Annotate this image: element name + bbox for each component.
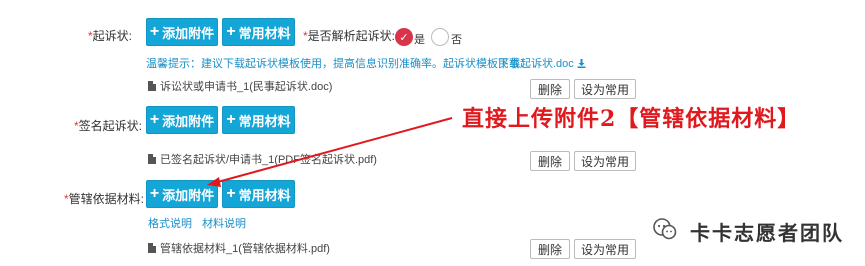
plus-icon: + (149, 23, 160, 40)
plus-icon: + (226, 185, 236, 202)
jurisdiction-add-attachment-button[interactable]: + 添加附件 (146, 180, 218, 208)
jurisdiction-set-common-button[interactable]: 设为常用 (574, 239, 636, 259)
radio-yes[interactable]: ✓ (395, 28, 413, 46)
file-icon (148, 81, 156, 91)
download-icon (577, 59, 586, 68)
parse-complaint-label: *是否解析起诉状: (303, 29, 396, 43)
complaint-file-line: 诉讼状或申请书_1(民事起诉状.doc) (148, 78, 332, 94)
complaint-delete-button[interactable]: 删除 (530, 79, 570, 99)
file-icon (148, 243, 156, 253)
signed-common-materials-button[interactable]: + 常用材料 (222, 106, 295, 134)
signed-set-common-button[interactable]: 设为常用 (574, 151, 636, 171)
plus-icon: + (226, 111, 236, 128)
signed-delete-button[interactable]: 删除 (530, 151, 570, 171)
complaint-set-common-button[interactable]: 设为常用 (574, 79, 636, 99)
annotation-text: 直接上传附件2【管辖依据材料】 (462, 106, 801, 132)
label-signed-complaint: *签名起诉状: (74, 119, 143, 133)
plus-icon: + (149, 111, 160, 128)
radio-no[interactable] (431, 28, 449, 46)
radio-yes-label: 是 (414, 34, 425, 46)
watermark-text: 卡卡志愿者团队 (690, 223, 844, 245)
plus-icon: + (226, 23, 236, 40)
template-hint: 温馨提示：建议下载起诉状模板使用，提高信息识别准确率。起诉状模板下载： (146, 58, 531, 70)
signed-file-line: 已签名起诉状/申请书_1(PDF签名起诉状.pdf) (148, 151, 377, 167)
template-download-link[interactable]: 民事起诉状.doc (498, 55, 586, 71)
radio-no-label: 否 (451, 34, 462, 46)
wechat-icon (653, 218, 677, 240)
label-complaint: *起诉状: (88, 29, 133, 43)
signed-add-attachment-button[interactable]: + 添加附件 (146, 106, 218, 134)
jurisdiction-delete-button[interactable]: 删除 (530, 239, 570, 259)
file-icon (148, 154, 156, 164)
complaint-common-materials-button[interactable]: + 常用材料 (222, 18, 295, 46)
label-jurisdiction: *管辖依据材料: (64, 192, 145, 206)
format-description-link[interactable]: 格式说明 (148, 215, 192, 231)
jurisdiction-common-materials-button[interactable]: + 常用材料 (222, 180, 295, 208)
material-description-link[interactable]: 材料说明 (202, 215, 246, 231)
jurisdiction-file-line: 管辖依据材料_1(管辖依据材料.pdf) (148, 240, 330, 256)
plus-icon: + (149, 185, 160, 202)
complaint-add-attachment-button[interactable]: + 添加附件 (146, 18, 218, 46)
